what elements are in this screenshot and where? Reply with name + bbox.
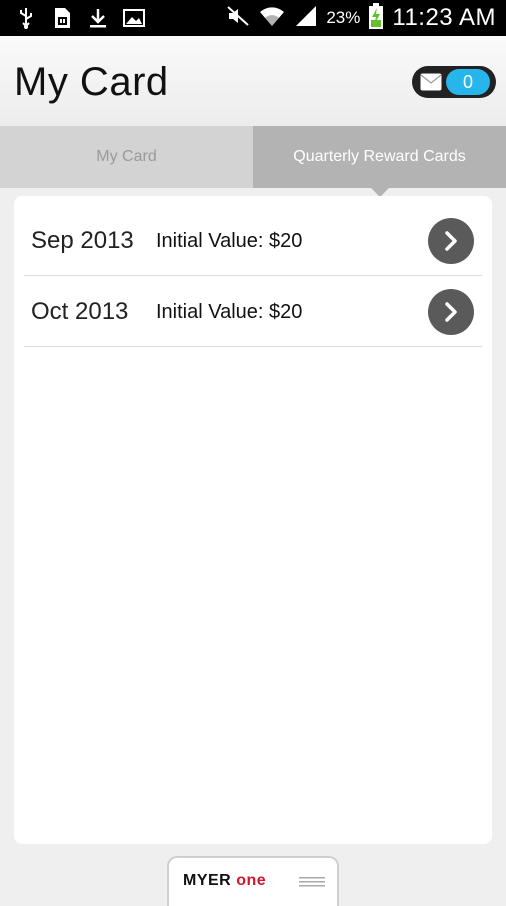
page-title: My Card [14,60,169,104]
tab-label: My Card [96,148,157,165]
usb-icon [14,6,38,30]
envelope-icon [420,73,442,91]
tab-label: Quarterly Reward Cards [293,148,466,165]
myer-one-logo: MYER one [183,872,266,890]
clock: 11:23 AM [392,4,496,31]
reward-card-value: Initial Value: $20 [156,301,303,323]
messages-button[interactable]: 0 [412,66,496,98]
message-count-badge: 0 [446,69,490,95]
tab-quarterly-reward-cards[interactable]: Quarterly Reward Cards [253,126,506,197]
status-bar: 23% 11:23 AM [0,0,506,36]
reward-card-row[interactable]: Oct 2013 Initial Value: $20 [24,277,482,347]
mute-icon [226,4,250,33]
reward-card-value: Initial Value: $20 [156,230,303,252]
reward-card-date: Sep 2013 [31,227,134,254]
tab-bar: My Card Quarterly Reward Cards [0,126,506,197]
logo-text-one: one [236,872,267,889]
menu-lines-icon [299,877,325,887]
myer-one-menu-tab[interactable]: MYER one [167,856,339,906]
battery-charging-icon [368,2,384,34]
status-bar-system: 23% 11:23 AM [226,2,496,34]
download-icon [86,6,110,30]
chevron-right-icon[interactable] [428,289,474,335]
status-bar-notifications [14,6,146,30]
logo-text-myer: MYER [183,872,232,889]
app-header: My Card 0 [0,36,506,128]
wifi-icon [258,4,286,33]
battery-percent: 23% [326,8,361,27]
chevron-right-icon[interactable] [428,218,474,264]
tab-my-card[interactable]: My Card [0,126,253,188]
image-icon [122,6,146,30]
reward-card-row[interactable]: Sep 2013 Initial Value: $20 [24,206,482,276]
reward-cards-panel: Sep 2013 Initial Value: $20 Oct 2013 Ini… [14,196,492,844]
reward-card-date: Oct 2013 [31,298,129,325]
signal-icon [294,4,318,33]
sim-icon [50,6,74,30]
